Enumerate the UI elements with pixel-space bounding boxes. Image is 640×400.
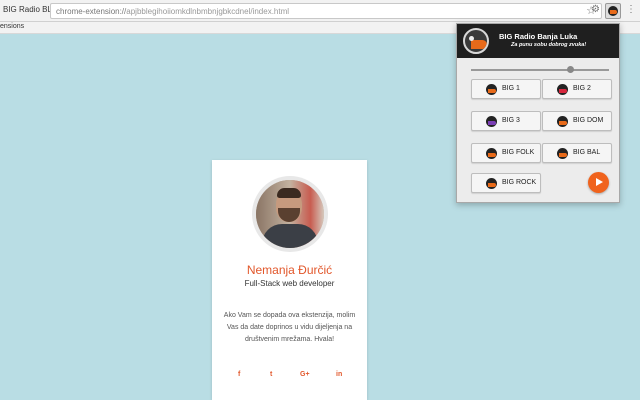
menu-icon[interactable]: ⋮	[626, 4, 636, 15]
station-button[interactable]: BIG FOLK	[471, 143, 541, 163]
twitter-icon[interactable]: t	[270, 371, 272, 378]
facebook-icon[interactable]: f	[238, 371, 240, 378]
station-label: BIG FOLK	[502, 149, 535, 156]
station-label: BIG 3	[502, 117, 520, 124]
station-button[interactable]: BIG 1	[471, 79, 541, 99]
profile-name: Nemanja Đurčić	[246, 263, 333, 277]
station-logo-icon	[486, 148, 497, 159]
station-button[interactable]: BIG ROCK	[471, 173, 541, 193]
popup-title: BIG Radio Banja Luka	[499, 32, 578, 41]
station-button[interactable]: BIG DOM	[542, 111, 612, 131]
play-icon	[596, 178, 603, 186]
settings-icon[interactable]: ⚙	[591, 4, 600, 15]
url-path: apjbblegihoiiomkdlnbmbnjgbkcdnel/index.h…	[126, 7, 290, 16]
url-text: chrome-extension://apjbblegihoiiomkdlnbm…	[56, 7, 289, 16]
station-button[interactable]: BIG 3	[471, 111, 541, 131]
google-plus-icon[interactable]: G+	[300, 371, 310, 378]
linkedin-icon[interactable]: in	[336, 371, 342, 378]
station-button[interactable]: BIG BAL	[542, 143, 612, 163]
station-label: BIG 2	[573, 85, 591, 92]
tab-title[interactable]: BIG Radio BL	[3, 5, 52, 14]
avatar-photo	[256, 180, 324, 248]
popup-header: BIG Radio Banja Luka Za punu sobu dobrog…	[457, 24, 619, 58]
station-label: BIG BAL	[573, 149, 601, 156]
station-logo-icon	[486, 84, 497, 95]
browser-toolbar: BIG Radio BL chrome-extension://apjbbleg…	[0, 0, 640, 22]
station-label: BIG 1	[502, 85, 520, 92]
play-button[interactable]	[588, 172, 609, 193]
station-label: BIG DOM	[573, 117, 604, 124]
volume-slider[interactable]	[471, 69, 609, 71]
profile-role: Full-Stack web developer	[244, 279, 335, 288]
avatar	[252, 176, 328, 252]
profile-message: Ako Vam se dopada ova ekstenzija, molim …	[223, 312, 356, 343]
url-host: chrome-extension://	[56, 7, 127, 16]
station-logo-icon	[486, 178, 497, 189]
big-radio-extension-icon[interactable]	[605, 3, 621, 19]
station-logo-icon	[557, 116, 568, 127]
station-button[interactable]: BIG 2	[542, 79, 612, 99]
volume-slider-thumb[interactable]	[566, 66, 574, 73]
social-links: f t G+ in	[212, 371, 367, 383]
profile-card: Nemanja Đurčić Full-Stack web developer …	[212, 160, 367, 400]
bookmarks-item[interactable]: ensions	[0, 23, 24, 30]
popup-subtitle: Za punu sobu dobrog zvuka!	[511, 42, 587, 48]
radio-logo-icon	[608, 6, 618, 16]
station-logo-icon	[557, 148, 568, 159]
radio-logo-icon	[463, 28, 489, 54]
address-bar[interactable]: chrome-extension://apjbblegihoiiomkdlnbm…	[50, 3, 602, 19]
extension-popup: BIG Radio Banja Luka Za punu sobu dobrog…	[456, 23, 620, 203]
station-logo-icon	[557, 84, 568, 95]
station-label: BIG ROCK	[502, 179, 537, 186]
station-logo-icon	[486, 116, 497, 127]
